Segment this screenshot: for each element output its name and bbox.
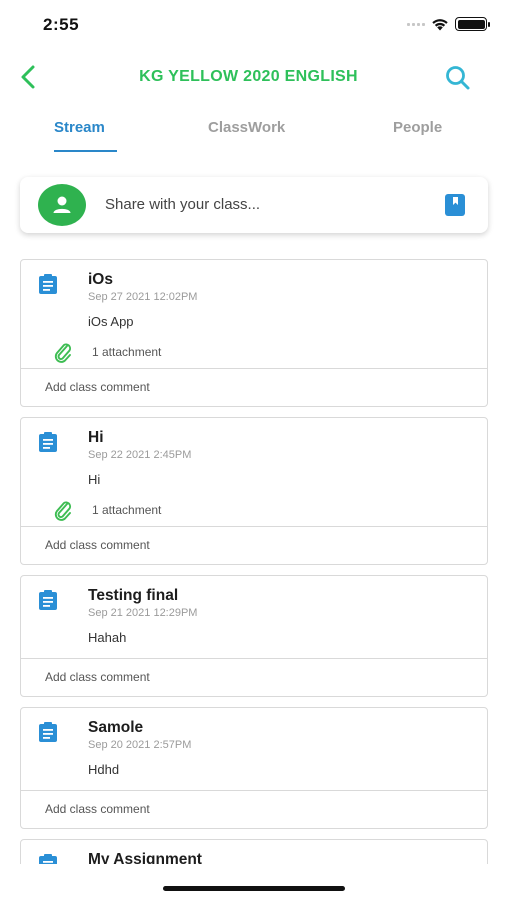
stream-feed: iOs Sep 27 2021 12:02PM iOs App 1 attach… (20, 259, 488, 864)
post-card: My Assignment (20, 839, 488, 864)
post-title: Samole (88, 719, 144, 736)
signal-icon (407, 22, 425, 26)
attachment-row[interactable]: 1 attachment (21, 338, 487, 368)
post-title: iOs (88, 271, 113, 288)
active-tab-indicator (54, 150, 117, 152)
post-text: Hi (88, 472, 101, 487)
paperclip-icon (54, 501, 71, 521)
share-placeholder: Share with your class... (105, 196, 261, 213)
attachment-label[interactable]: 1 attachment (92, 503, 161, 517)
post-title: Testing final (88, 587, 179, 604)
wifi-icon (432, 19, 448, 31)
app-header: KG YELLOW 2020 ENGLISH (0, 55, 507, 100)
attachment-label[interactable]: 1 attachment (92, 345, 161, 359)
post-date: Sep 22 2021 2:45PM (88, 449, 192, 461)
post-text: iOs App (88, 314, 134, 329)
share-with-class-box[interactable]: Share with your class... (20, 177, 488, 233)
book-icon[interactable] (445, 194, 465, 216)
add-class-comment[interactable]: Add class comment (21, 368, 487, 406)
tab-people[interactable]: People (393, 119, 442, 136)
user-icon (53, 196, 71, 213)
assignment-icon (39, 432, 57, 452)
add-class-comment[interactable]: Add class comment (21, 790, 487, 828)
tab-stream[interactable]: Stream (54, 119, 105, 136)
assignment-icon (39, 722, 57, 742)
post-card: Samole Sep 20 2021 2:57PM Hdhd Add class… (20, 707, 488, 829)
post-date: Sep 27 2021 12:02PM (88, 291, 198, 303)
post-title: Hi (88, 429, 104, 446)
post-card: Hi Sep 22 2021 2:45PM Hi 1 attachment Ad… (20, 417, 488, 565)
tab-bar: Stream ClassWork People (0, 112, 507, 156)
search-icon (446, 66, 470, 90)
status-bar: 2:55 (0, 0, 507, 50)
page-title: KG YELLOW 2020 ENGLISH (139, 68, 358, 85)
post-card: iOs Sep 27 2021 12:02PM iOs App 1 attach… (20, 259, 488, 407)
assignment-icon (39, 590, 57, 610)
attachment-row[interactable]: 1 attachment (21, 496, 487, 526)
assignment-icon (39, 274, 57, 294)
paperclip-icon (54, 343, 71, 363)
avatar (38, 184, 86, 226)
post-date: Sep 21 2021 12:29PM (88, 607, 198, 619)
status-time: 2:55 (43, 15, 80, 34)
post-text: Hdhd (88, 762, 120, 777)
post-title: My Assignment (88, 851, 202, 864)
add-class-comment[interactable]: Add class comment (21, 526, 487, 564)
assignment-icon (39, 854, 57, 864)
battery-icon (455, 17, 490, 31)
tab-classwork[interactable]: ClassWork (208, 119, 285, 136)
search-button[interactable] (443, 63, 473, 93)
add-class-comment[interactable]: Add class comment (21, 658, 487, 696)
home-indicator[interactable] (163, 886, 345, 891)
post-card: Testing final Sep 21 2021 12:29PM Hahah … (20, 575, 488, 697)
post-date: Sep 20 2021 2:57PM (88, 739, 192, 751)
status-icons (407, 17, 490, 31)
post-text: Hahah (88, 630, 127, 645)
